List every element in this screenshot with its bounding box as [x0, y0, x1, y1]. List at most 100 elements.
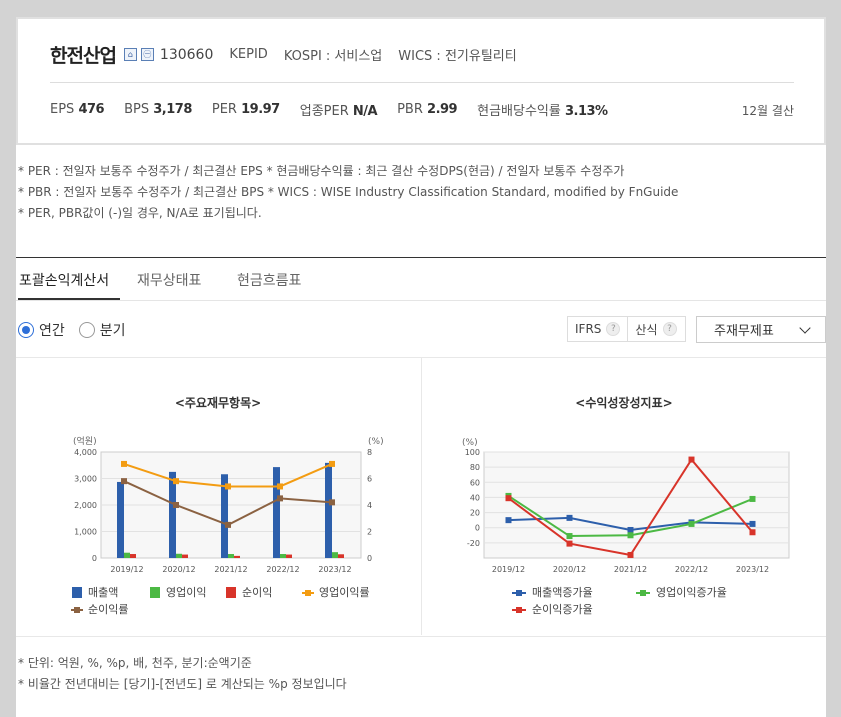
help-icon[interactable]: ? — [662, 322, 677, 336]
stock-code: 130660 — [159, 46, 214, 63]
metric-dividend-yield: 현금배당수익률 3.13% — [477, 104, 608, 119]
y-tick-label: -20 — [467, 539, 480, 548]
point-영업이익률 — [277, 483, 283, 490]
metric-pbr: PBR 2.99 — [397, 102, 458, 117]
footnote-line: * 단위: 억원, %, %p, 배, 천주, 분기:순액기준 — [18, 656, 252, 670]
metric-bps: BPS 3,178 — [124, 102, 192, 117]
point-영업이익증가율 — [749, 495, 756, 502]
y-tick-label: 0 — [92, 554, 97, 563]
radio-quarter[interactable] — [78, 322, 95, 338]
header-divider — [50, 82, 794, 83]
x-tick-label: 2020/12 — [553, 565, 586, 574]
legend-label: 순이익률 — [88, 603, 128, 616]
tab-balance-sheet[interactable]: 재무상태표 — [137, 270, 201, 290]
metric-eps: EPS 476 — [50, 102, 105, 117]
x-tick-label: 2023/12 — [318, 565, 351, 574]
x-tick-label: 2019/12 — [110, 565, 143, 574]
company-name: 한전산업 — [50, 45, 117, 67]
metric-industry-per: 업종PER N/A — [299, 104, 378, 119]
radio-quarter-label[interactable]: 분기 — [100, 320, 126, 340]
footnote-line: * 비율간 전년대비는 [당기]-[전년도] 로 계산되는 %p 정보입니다 — [18, 677, 347, 691]
point-영업이익률 — [329, 460, 335, 467]
point-매출액증가율 — [505, 517, 512, 524]
point-순이익증가율 — [749, 529, 756, 536]
help-icon[interactable]: ? — [606, 322, 621, 336]
legend-swatch — [72, 587, 82, 598]
point-순이익증가율 — [566, 540, 573, 547]
bar-영업이익 — [176, 553, 182, 558]
radio-annual-label[interactable]: 연간 — [39, 320, 65, 340]
legend-label: 순이익증가율 — [532, 603, 593, 616]
ir-icon[interactable]: ㊀ — [140, 48, 154, 61]
x-tick-label: 2022/12 — [675, 565, 708, 574]
bar-영업이익 — [332, 552, 338, 558]
y2-tick-label: 2 — [367, 528, 372, 537]
tab-income-statement[interactable]: 포괄손익계산서 — [19, 270, 109, 290]
title-row: 한전산업 ⌂ ㊀ 130660 KEPID KOSPI : 서비스업 WICS … — [50, 41, 517, 68]
legend-label: 순이익 — [242, 586, 272, 599]
point-순이익률 — [225, 521, 231, 528]
x-tick-label: 2020/12 — [162, 565, 195, 574]
point-순이익률 — [121, 478, 127, 485]
legend-swatch — [640, 590, 646, 596]
unit-footnotes: * 단위: 억원, %, %p, 배, 천주, 분기:순액기준 * 비율간 전년… — [18, 653, 347, 695]
tab-cash-flow[interactable]: 현금흐름표 — [237, 270, 301, 290]
formula-button[interactable]: 산식? — [628, 321, 683, 338]
y-axis-label: (%) — [462, 438, 478, 448]
y-tick-label: 60 — [470, 478, 480, 487]
metrics-row: EPS 476 BPS 3,178 PER 19.97 업종PER N/A PB… — [50, 100, 628, 119]
bar-순이익 — [182, 554, 188, 558]
bar-매출액 — [273, 467, 280, 558]
legend-swatch — [516, 607, 522, 613]
point-영업이익증가율 — [627, 532, 634, 539]
point-순이익증가율 — [627, 551, 634, 558]
ticker: KEPID — [229, 47, 268, 62]
point-영업이익률 — [121, 460, 127, 467]
metric-notes: * PER : 전일자 보통주 수정주가 / 최근결산 EPS * 현금배당수익… — [18, 161, 678, 224]
y-axis-label: (억원) — [73, 435, 97, 447]
bar-순이익 — [338, 554, 344, 558]
bar-매출액 — [325, 462, 332, 558]
metric-per: PER 19.97 — [211, 102, 280, 117]
y-tick-label: 40 — [470, 493, 480, 502]
y2-tick-label: 0 — [367, 554, 372, 563]
company-header: 한전산업 ⌂ ㊀ 130660 KEPID KOSPI : 서비스업 WICS … — [16, 17, 826, 145]
legend-swatch — [516, 590, 522, 596]
ifrs-button[interactable]: IFRS? — [568, 322, 627, 336]
y-tick-label: 20 — [470, 509, 480, 518]
bar-영업이익 — [124, 552, 130, 558]
point-순이익률 — [329, 499, 335, 506]
page: 한전산업 ⌂ ㊀ 130660 KEPID KOSPI : 서비스업 WICS … — [16, 17, 826, 717]
legend-swatch — [74, 607, 80, 613]
x-tick-label: 2021/12 — [214, 565, 247, 574]
statement-type-select[interactable]: 주재무제표 — [696, 316, 826, 343]
tabs-top-border — [16, 257, 826, 258]
y2-tick-label: 6 — [367, 475, 372, 484]
legend-label: 영업이익증가율 — [656, 586, 727, 599]
y-tick-label: 80 — [470, 463, 480, 472]
point-영업이익증가율 — [566, 533, 573, 540]
financial-items-chart: <주요재무항목> 0 1,000 2,000 3,000 4,000 0 2 4 6 8 (억원) (%… — [71, 395, 384, 616]
bar-영업이익 — [228, 554, 234, 558]
y2-tick-label: 8 — [367, 448, 372, 457]
radio-annual[interactable] — [18, 322, 34, 338]
growth-indicators-chart: <수익성장성지표> -20 0 20 40 60 80 100(%) 2019/12 2020/1… — [462, 395, 790, 616]
y-tick-label: 4,000 — [74, 448, 97, 457]
y-tick-label: 3,000 — [74, 475, 97, 484]
y-tick-label: 100 — [465, 448, 480, 457]
y-tick-label: 1,000 — [74, 528, 97, 537]
chart-title: <수익성장성지표> — [575, 395, 672, 410]
bar-매출액 — [169, 471, 176, 558]
bar-영업이익 — [280, 554, 286, 558]
point-매출액증가율 — [566, 514, 573, 521]
tabs-bottom-border — [16, 300, 826, 301]
plot-area — [483, 451, 790, 559]
settlement-month: 12월 결산 — [741, 104, 794, 118]
legend-swatch — [150, 587, 160, 598]
legend-label: 영업이익률 — [319, 586, 370, 599]
y2-tick-label: 4 — [367, 501, 372, 510]
x-tick-label: 2019/12 — [492, 565, 525, 574]
point-매출액증가율 — [749, 520, 756, 527]
point-순이익률 — [277, 495, 283, 502]
home-icon[interactable]: ⌂ — [123, 48, 137, 61]
